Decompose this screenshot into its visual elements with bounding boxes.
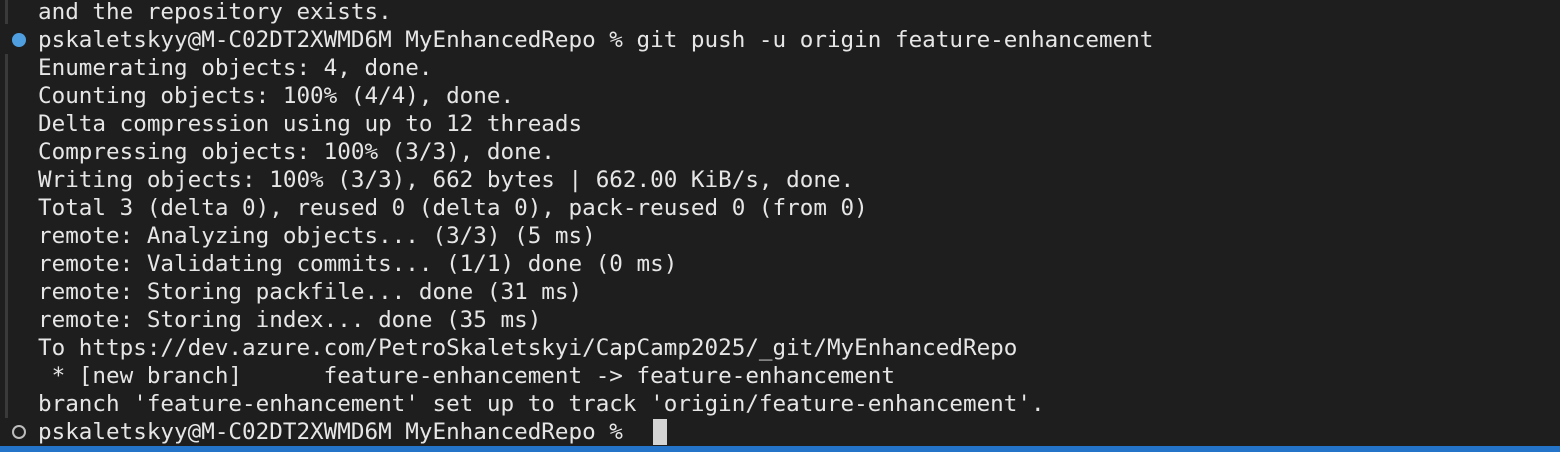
terminal-output-line: remote: Storing index... done (35 ms) [38,307,542,333]
output-gutter-bar [5,0,8,24]
command-success-marker-icon[interactable] [12,33,26,47]
terminal-panel[interactable]: and the repository exists. pskaletskyy@M… [0,0,1560,452]
output-gutter-bar [5,54,8,418]
terminal-output-line: and the repository exists. [38,0,392,25]
panel-bottom-border [0,446,1560,452]
terminal-output-line: Delta compression using up to 12 threads [38,111,583,137]
terminal-prompt[interactable]: pskaletskyy@M-C02DT2XWMD6M MyEnhancedRep… [38,418,637,446]
terminal-output-line: remote: Validating commits... (1/1) done… [38,251,678,277]
cursor-icon [653,419,667,445]
terminal-command-line: pskaletskyy@M-C02DT2XWMD6M MyEnhancedRep… [38,27,1154,53]
terminal-output-line: Counting objects: 100% (4/4), done. [38,83,515,109]
terminal-output-line: remote: Storing packfile... done (31 ms) [38,279,583,305]
terminal-output-url-line: To https://dev.azure.com/PetroSkaletskyi… [38,335,1018,361]
terminal-output-line: Writing objects: 100% (3/3), 662 bytes |… [38,167,855,193]
terminal-output-line: remote: Analyzing objects... (3/3) (5 ms… [38,223,596,249]
command-pending-marker-icon[interactable] [12,425,26,439]
terminal-output-line: branch 'feature-enhancement' set up to t… [38,391,1045,417]
terminal-output-line: Enumerating objects: 4, done. [38,55,433,81]
terminal-output-line: Compressing objects: 100% (3/3), done. [38,139,555,165]
terminal-output-line: Total 3 (delta 0), reused 0 (delta 0), p… [38,195,868,221]
terminal-output-line: * [new branch] feature-enhancement -> fe… [38,363,895,389]
